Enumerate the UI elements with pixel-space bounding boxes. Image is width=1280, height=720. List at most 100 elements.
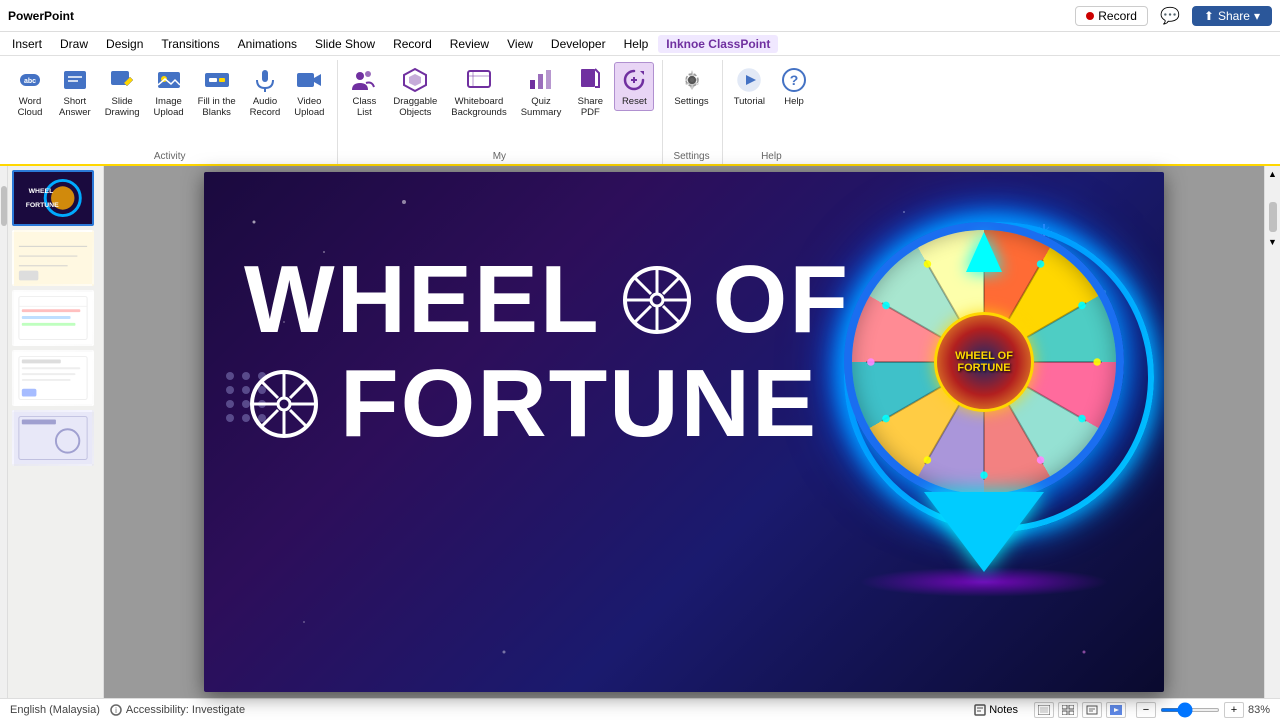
menu-draw[interactable]: Draw xyxy=(52,35,96,53)
ribbon-group-help: Tutorial ? Help Help xyxy=(725,60,822,164)
video-upload-button[interactable]: VideoUpload xyxy=(289,62,329,123)
image-upload-icon xyxy=(155,66,183,94)
settings-button[interactable]: Settings xyxy=(669,62,713,111)
left-scrollbar[interactable] xyxy=(0,166,8,698)
menu-view[interactable]: View xyxy=(499,35,541,53)
video-upload-icon xyxy=(295,66,323,94)
view-buttons xyxy=(1034,702,1126,718)
tutorial-label: Tutorial xyxy=(734,96,765,107)
slide-thumb-5[interactable]: 5 xyxy=(12,410,94,466)
reading-view-button[interactable] xyxy=(1082,702,1102,718)
help-icon: ? xyxy=(780,66,808,94)
zoom-in-button[interactable]: + xyxy=(1224,702,1244,718)
slide-thumb-4[interactable]: 4 xyxy=(12,350,94,406)
share-icon: ⬆ xyxy=(1204,9,1214,23)
share-pdf-label: SharePDF xyxy=(578,96,603,119)
menu-review[interactable]: Review xyxy=(442,35,497,53)
image-upload-label: ImageUpload xyxy=(154,96,184,119)
zoom-out-button[interactable]: − xyxy=(1136,702,1156,718)
wheel-center-label: WHEEL OFFORTUNE xyxy=(934,312,1034,412)
short-answer-label: ShortAnswer xyxy=(59,96,91,119)
slide-thumb-2[interactable]: 2 xyxy=(12,230,94,286)
reset-button[interactable]: Reset xyxy=(614,62,654,111)
wheel-pointer xyxy=(966,232,1002,272)
wheel-graphic: WHEEL OFFORTUNE xyxy=(814,192,1154,672)
slide-drawing-button[interactable]: SlideDrawing xyxy=(100,62,145,123)
settings-group-label: Settings xyxy=(669,151,713,164)
my-group-label: My xyxy=(344,151,654,164)
right-scrollbar[interactable]: ▲ ▼ xyxy=(1264,166,1280,698)
quiz-summary-button[interactable]: QuizSummary xyxy=(516,62,567,123)
tutorial-button[interactable]: Tutorial xyxy=(729,62,770,111)
slide-sorter-button[interactable] xyxy=(1058,702,1078,718)
slide-drawing-icon xyxy=(108,66,136,94)
status-bar: English (Malaysia) i Accessibility: Inve… xyxy=(0,698,1280,720)
title-line2: FORTUNE xyxy=(244,356,850,452)
title-line1: WHEEL xyxy=(244,252,850,348)
accessibility-label: i Accessibility: Investigate xyxy=(110,704,245,716)
notes-button[interactable]: Notes xyxy=(968,702,1024,718)
share-button[interactable]: ⬆ Share ▾ xyxy=(1192,6,1272,26)
menu-slideshow[interactable]: Slide Show xyxy=(307,35,383,53)
class-list-button[interactable]: ClassList xyxy=(344,62,384,123)
ribbon-group-activity: abc WordCloud ShortAnswer SlideDrawing xyxy=(6,60,338,164)
svg-text:WHEEL: WHEEL xyxy=(29,188,54,195)
word-cloud-button[interactable]: abc WordCloud xyxy=(10,62,50,123)
draggable-objects-button[interactable]: DraggableObjects xyxy=(388,62,442,123)
fill-blanks-button[interactable]: Fill in theBlanks xyxy=(193,62,241,123)
titlebar-actions: Record 💬 ⬆ Share ▾ xyxy=(1075,4,1272,28)
share-pdf-button[interactable]: SharePDF xyxy=(570,62,610,123)
audio-record-button[interactable]: AudioRecord xyxy=(245,62,286,123)
wheel-stand xyxy=(924,492,1044,572)
app-name-label: PowerPoint xyxy=(8,9,74,23)
zoom-area: − + 83% xyxy=(1136,702,1270,718)
zoom-slider[interactable] xyxy=(1160,708,1220,712)
menu-insert[interactable]: Insert xyxy=(4,35,50,53)
class-list-label: ClassList xyxy=(353,96,377,119)
short-answer-button[interactable]: ShortAnswer xyxy=(54,62,96,123)
share-pdf-icon xyxy=(576,66,604,94)
word-cloud-icon: abc xyxy=(16,66,44,94)
slide-canvas: WHEEL xyxy=(204,172,1164,692)
normal-view-button[interactable] xyxy=(1034,702,1054,718)
slide-thumb-3[interactable]: 3 xyxy=(12,290,94,346)
video-upload-label: VideoUpload xyxy=(294,96,324,119)
svg-text:FORTUNE: FORTUNE xyxy=(26,202,59,209)
draggable-objects-label: DraggableObjects xyxy=(393,96,437,119)
settings-label: Settings xyxy=(674,96,708,107)
menu-inknoe-classpoint[interactable]: Inknoe ClassPoint xyxy=(658,35,778,53)
ribbon: abc WordCloud ShortAnswer SlideDrawing xyxy=(0,56,1280,166)
menu-bar: Insert Draw Design Transitions Animation… xyxy=(0,32,1280,56)
main-area: 1 WHEEL FORTUNE 2 xyxy=(0,166,1280,698)
record-label: Record xyxy=(1098,9,1137,23)
menu-design[interactable]: Design xyxy=(98,35,151,53)
help-buttons: Tutorial ? Help xyxy=(729,60,814,151)
svg-text:?: ? xyxy=(790,72,799,88)
reset-icon xyxy=(620,66,648,94)
share-chevron-icon: ▾ xyxy=(1254,9,1260,23)
whiteboard-backgrounds-icon xyxy=(465,66,493,94)
whiteboard-backgrounds-label: WhiteboardBackgrounds xyxy=(451,96,506,119)
fill-blanks-icon xyxy=(203,66,231,94)
quiz-summary-icon xyxy=(527,66,555,94)
menu-animations[interactable]: Animations xyxy=(230,35,305,53)
slideshow-view-button[interactable] xyxy=(1106,702,1126,718)
comment-button[interactable]: 💬 xyxy=(1154,4,1186,28)
slide-thumb-content-1: WHEEL FORTUNE xyxy=(14,172,92,224)
menu-transitions[interactable]: Transitions xyxy=(153,35,227,53)
image-upload-button[interactable]: ImageUpload xyxy=(149,62,189,123)
whiteboard-backgrounds-button[interactable]: WhiteboardBackgrounds xyxy=(446,62,511,123)
quiz-summary-label: QuizSummary xyxy=(521,96,562,119)
menu-record[interactable]: Record xyxy=(385,35,440,53)
record-button[interactable]: Record xyxy=(1075,6,1148,26)
title-bar: PowerPoint Record 💬 ⬆ Share ▾ xyxy=(0,0,1280,32)
slide-panel: 1 WHEEL FORTUNE 2 xyxy=(8,166,104,698)
language-label: English (Malaysia) xyxy=(10,704,100,716)
slide-title-area: WHEEL xyxy=(244,252,850,452)
slide-thumb-1[interactable]: 1 WHEEL FORTUNE xyxy=(12,170,94,226)
tutorial-icon xyxy=(735,66,763,94)
menu-help[interactable]: Help xyxy=(616,35,657,53)
help-button[interactable]: ? Help xyxy=(774,62,814,111)
title-fortune-text: FORTUNE xyxy=(340,356,818,452)
menu-developer[interactable]: Developer xyxy=(543,35,614,53)
